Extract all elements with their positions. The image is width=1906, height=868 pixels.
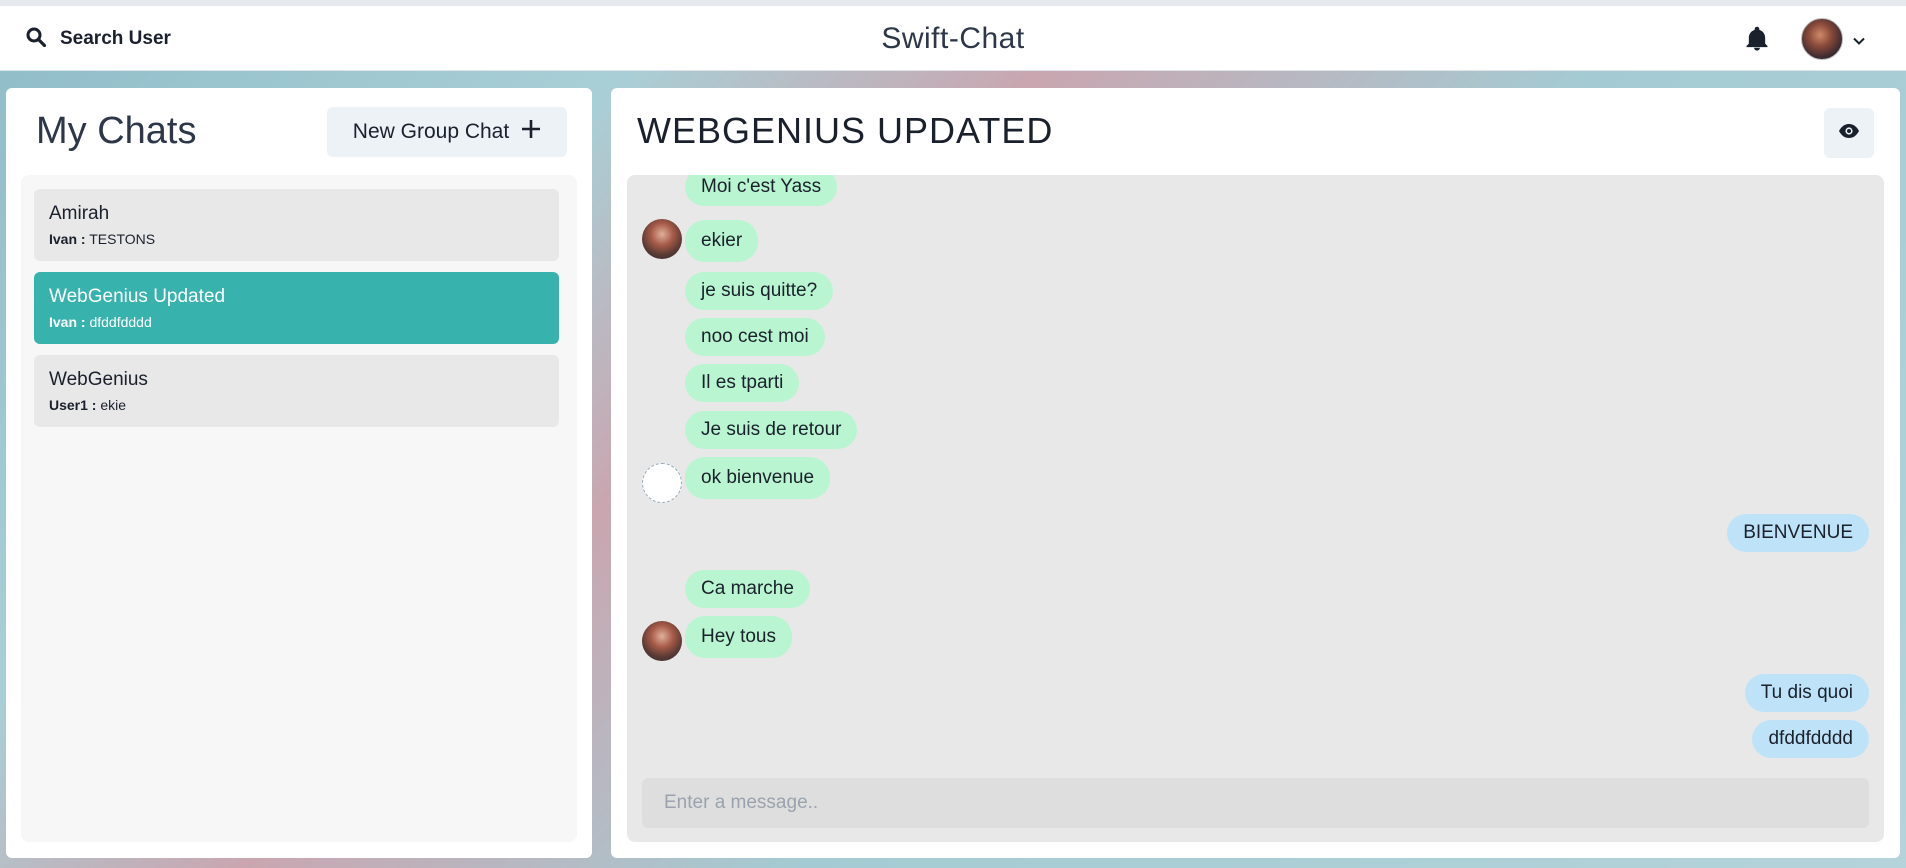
profile-menu-button[interactable] [1801, 17, 1865, 61]
message-bubble: ekier [685, 220, 759, 262]
app-title: Swift-Chat [881, 22, 1025, 55]
message-bubble: noo cest moi [685, 318, 825, 356]
message-bubble: Il es tparti [685, 364, 800, 402]
my-chats-title: My Chats [36, 110, 197, 152]
chat-name: WebGenius [49, 369, 148, 390]
top-bar: Search User Swift-Chat [0, 6, 1906, 71]
chevron-down-icon [1853, 30, 1865, 49]
plus-icon [521, 119, 541, 145]
search-icon [26, 27, 47, 51]
notification-button[interactable] [1743, 25, 1771, 53]
eye-icon [1838, 123, 1860, 143]
chat-panel: WEBGENIUS UPDATED Moi c'est Yass ekier j… [611, 88, 1900, 858]
message-bubble: Hey tous [685, 616, 792, 658]
chat-last-sender: User1 : [49, 397, 97, 413]
my-chats-panel: My Chats New Group Chat Amirah Ivan : TE… [6, 88, 592, 858]
message-bubble: Ca marche [685, 570, 810, 608]
chat-last-message: User1 : ekie [49, 397, 126, 413]
search-user-button[interactable]: Search User [26, 6, 171, 71]
message-bubble: Moi c'est Yass [685, 175, 838, 206]
message-bubble: je suis quitte? [685, 272, 834, 310]
chat-last-message: Ivan : TESTONS [49, 231, 155, 247]
chat-item-amirah[interactable]: Amirah Ivan : TESTONS [34, 189, 559, 261]
avatar [642, 621, 682, 661]
new-group-chat-button[interactable]: New Group Chat [327, 107, 567, 157]
new-group-chat-label: New Group Chat [352, 120, 510, 143]
chat-list: Amirah Ivan : TESTONS WebGenius Updated … [21, 175, 577, 842]
message-bubble: Tu dis quoi [1744, 674, 1869, 712]
chat-last-text: dfddfdddd [89, 314, 152, 330]
search-user-label: Search User [60, 27, 171, 49]
chat-title: WEBGENIUS UPDATED [637, 110, 1054, 151]
avatar [1801, 18, 1843, 60]
chat-item-webgenius[interactable]: WebGenius User1 : ekie [34, 355, 559, 427]
bell-icon [1743, 26, 1771, 57]
chat-name: WebGenius Updated [49, 286, 226, 307]
message-bubble: Je suis de retour [685, 411, 858, 449]
chat-last-sender: Ivan : [49, 314, 86, 330]
chat-item-webgenius-updated[interactable]: WebGenius Updated Ivan : dfddfdddd [34, 272, 559, 344]
chat-name: Amirah [49, 203, 110, 224]
avatar [642, 463, 682, 503]
message-input[interactable] [642, 778, 1869, 828]
message-bubble: dfddfdddd [1752, 720, 1869, 758]
chat-last-message: Ivan : dfddfdddd [49, 314, 152, 330]
view-details-button[interactable] [1824, 108, 1874, 158]
chat-last-text: ekie [100, 397, 127, 413]
chat-last-text: TESTONS [89, 231, 156, 247]
message-bubble: ok bienvenue [685, 457, 831, 499]
avatar [642, 219, 682, 259]
message-bubble: BIENVENUE [1727, 514, 1869, 552]
chat-last-sender: Ivan : [49, 231, 86, 247]
messages-area[interactable]: Moi c'est Yass ekier je suis quitte? noo… [627, 175, 1884, 842]
